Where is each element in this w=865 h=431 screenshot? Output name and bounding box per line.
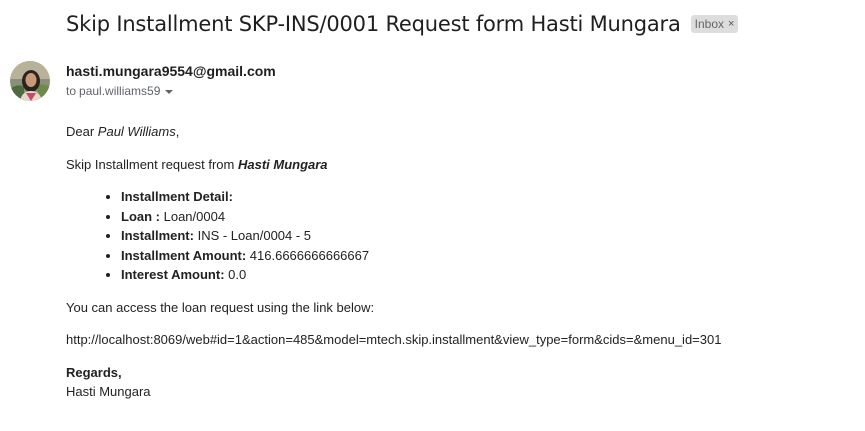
avatar-photo (10, 61, 50, 101)
greeting-prefix: Dear (66, 124, 98, 139)
detail-value: 0.0 (224, 267, 247, 282)
remove-label-icon[interactable]: × (728, 18, 734, 30)
intro-line: Skip Installment request from Hasti Mung… (66, 157, 328, 172)
detail-label: Installment Detail: (121, 189, 233, 204)
loan-request-link[interactable]: http://localhost:8069/web#id=1&action=48… (66, 332, 721, 347)
greeting-name: Paul Williams (97, 124, 176, 139)
email-subject-row: Skip Installment SKP-INS/0001 Request fo… (66, 12, 739, 36)
recipient-row: to paul.williams59 (66, 84, 174, 98)
email-subject: Skip Installment SKP-INS/0001 Request fo… (66, 12, 681, 36)
greeting: Dear Paul Williams, (66, 124, 179, 139)
detail-label: Interest Amount: (121, 267, 225, 282)
signature-name: Hasti Mungara (66, 384, 151, 399)
sender-avatar[interactable] (10, 61, 50, 101)
intro-prefix: Skip Installment request from (66, 157, 238, 172)
list-item: Installment: INS - Loan/0004 - 5 (121, 228, 369, 248)
installment-details-list: Installment Detail: Loan : Loan/0004 Ins… (66, 189, 369, 287)
access-instructions: You can access the loan request using th… (66, 300, 375, 315)
detail-value: Loan/0004 (160, 208, 226, 224)
inbox-label-chip[interactable]: Inbox × (690, 15, 739, 33)
recipient-name: paul.williams59 (79, 84, 161, 98)
requester-name: Hasti Mungara (237, 157, 328, 172)
list-item: Installment Detail: (121, 189, 369, 209)
list-item: Installment Amount: 416.6666666666667 (121, 248, 369, 268)
detail-label: Installment: (121, 228, 194, 243)
greeting-suffix: , (175, 124, 180, 139)
regards-closing: Regards, (66, 365, 122, 380)
detail-label: Loan : (121, 208, 160, 224)
detail-label: Installment Amount: (121, 247, 247, 263)
to-prefix: to (66, 84, 77, 98)
sender-email: hasti.mungara9554@gmail.com (66, 63, 276, 79)
inbox-label-text: Inbox (694, 17, 725, 31)
detail-value: 416.6666666666667 (246, 247, 370, 263)
list-item: Loan : Loan/0004 (121, 209, 369, 229)
detail-value: INS - Loan/0004 - 5 (193, 228, 312, 243)
show-details-chevron-down-icon[interactable] (165, 90, 174, 94)
list-item: Interest Amount: 0.0 (121, 267, 369, 287)
